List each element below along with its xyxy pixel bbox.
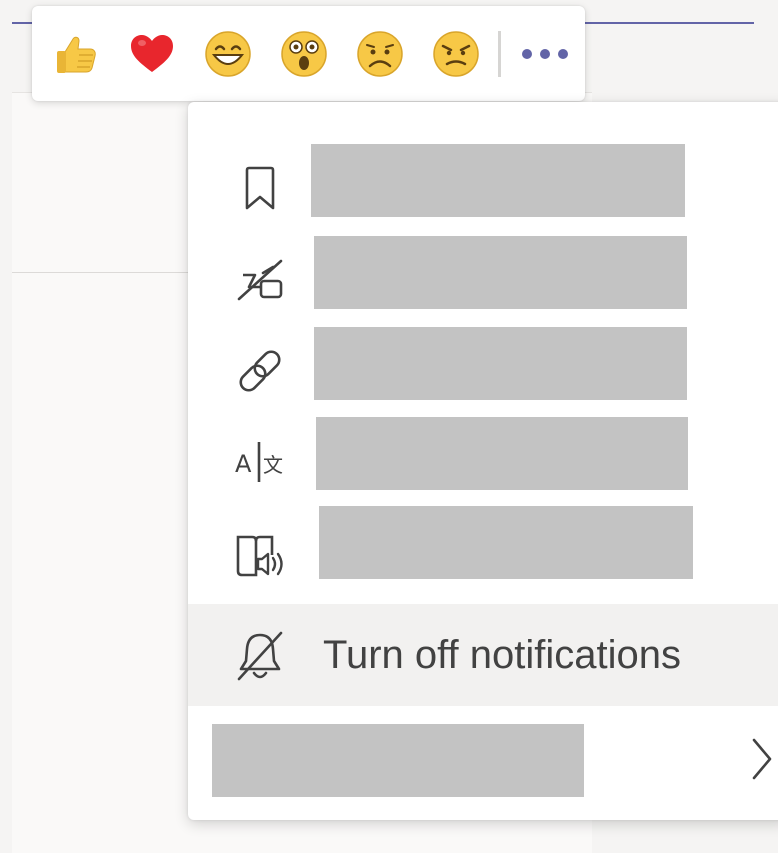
reaction-like-button[interactable] <box>48 26 104 82</box>
redacted-label <box>319 506 693 579</box>
chevron-right-icon <box>752 738 772 780</box>
heart-icon <box>131 34 173 72</box>
mark-unread-icon <box>237 259 283 301</box>
menu-item-more-actions[interactable] <box>188 706 778 820</box>
menu-item-mark-unread[interactable] <box>188 234 778 324</box>
reaction-angry-button[interactable] <box>428 26 484 82</box>
menu-item-immersive-reader[interactable] <box>188 504 778 594</box>
laughing-face-icon <box>205 30 251 77</box>
link-icon <box>239 350 281 392</box>
redacted-label <box>212 724 584 797</box>
immersive-reader-icon <box>236 535 283 577</box>
message-options-menu: A 文 Turn off notifications <box>188 102 778 820</box>
reaction-laugh-button[interactable] <box>200 26 256 82</box>
svg-text:文: 文 <box>263 453 283 477</box>
surprised-face-icon <box>281 30 327 77</box>
menu-item-save-message[interactable] <box>188 142 778 232</box>
redacted-label <box>316 417 688 490</box>
menu-item-turn-off-notifications[interactable]: Turn off notifications <box>188 604 778 706</box>
reaction-surprised-button[interactable] <box>276 26 332 82</box>
teams-message-actions-screen: A 文 Turn off notifications <box>0 0 778 853</box>
redacted-label <box>314 236 687 309</box>
sad-face-icon <box>357 30 403 77</box>
reaction-bar <box>32 6 585 101</box>
bookmark-icon <box>245 166 275 210</box>
translate-icon: A 文 <box>235 442 283 482</box>
redacted-label <box>314 327 687 400</box>
bell-off-icon <box>237 631 283 681</box>
more-horizontal-icon <box>522 48 568 59</box>
reaction-heart-button[interactable] <box>124 26 180 82</box>
more-options-button[interactable] <box>517 26 573 82</box>
thumbs-up-icon <box>57 36 96 73</box>
menu-item-label: Turn off notifications <box>323 633 681 677</box>
redacted-label <box>311 144 685 217</box>
menu-item-translate[interactable]: A 文 <box>188 415 778 505</box>
menu-item-copy-link[interactable] <box>188 325 778 415</box>
reaction-separator <box>498 30 501 77</box>
svg-text:A: A <box>235 450 252 478</box>
angry-face-icon <box>433 30 479 77</box>
reaction-sad-button[interactable] <box>352 26 408 82</box>
